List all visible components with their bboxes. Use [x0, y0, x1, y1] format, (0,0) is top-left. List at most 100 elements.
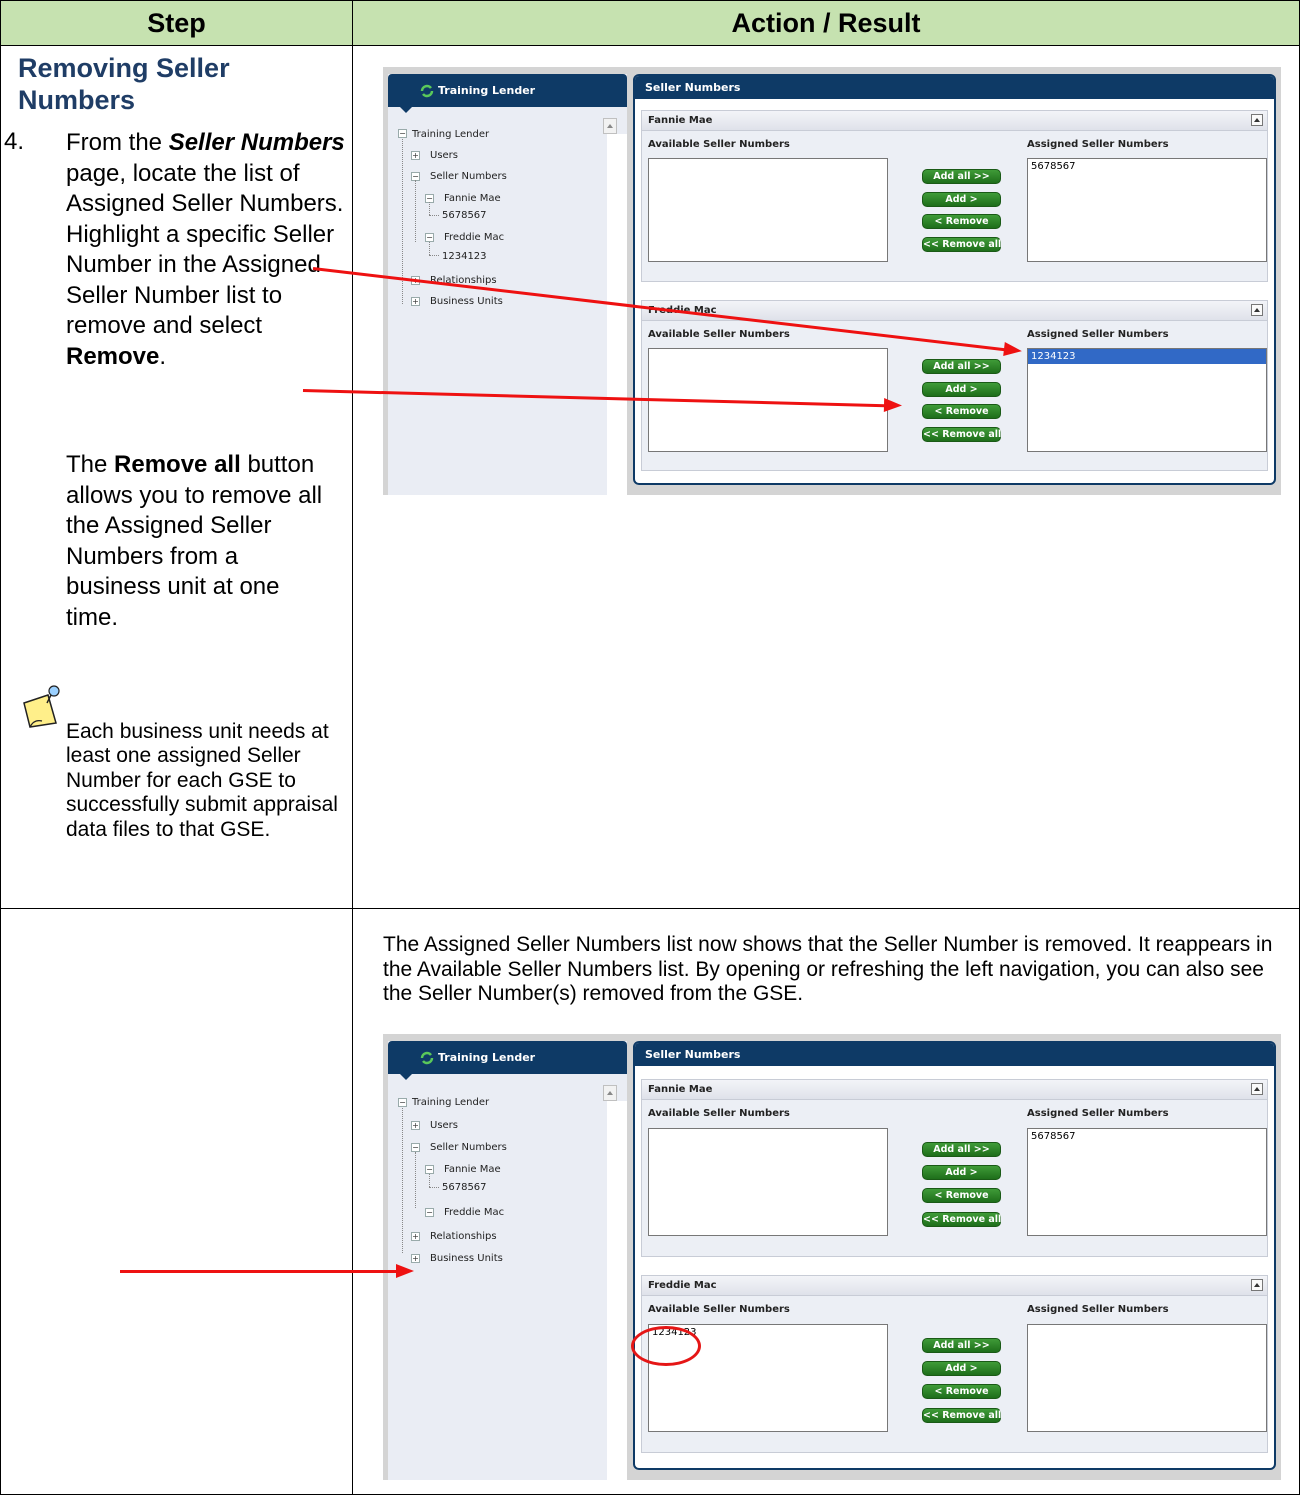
tree-line	[429, 1174, 430, 1187]
tree-line	[415, 1152, 416, 1208]
left-navigation: Training Lender − Training Lender + User…	[388, 74, 627, 495]
expand-icon[interactable]: +	[411, 1254, 420, 1263]
instruction-intro: From the	[66, 129, 163, 156]
nav-notch	[400, 107, 412, 113]
remove-all-button[interactable]: << Remove all	[922, 1212, 1001, 1227]
nav-header: Training Lender	[388, 1041, 627, 1074]
assigned-list[interactable]	[1027, 1324, 1267, 1432]
instruction-body: page, locate the list of Assigned Seller…	[66, 159, 344, 340]
screenshot-before: Training Lender − Training Lender + User…	[383, 67, 1281, 495]
tree-freddie-mac[interactable]: Freddie Mac	[444, 1207, 504, 1218]
assigned-list[interactable]: 1234123	[1027, 348, 1267, 452]
tree-freddie-mac[interactable]: Freddie Mac	[444, 232, 504, 243]
fannie-mae-panel: Fannie Mae Available Seller Numbers Assi…	[641, 110, 1268, 282]
seller-numbers-window: Seller Numbers Fannie Mae Available Sell…	[633, 1041, 1276, 1470]
nav-scrollbar-track[interactable]	[607, 134, 627, 495]
tree-fannie-number[interactable]: 5678567	[442, 1182, 487, 1193]
step-cell-2	[0, 908, 353, 1495]
add-all-button[interactable]: Add all >>	[922, 1142, 1001, 1157]
expand-icon[interactable]: +	[411, 151, 420, 160]
nav-header: Training Lender	[388, 74, 627, 107]
list-item-selected[interactable]: 1234123	[1028, 349, 1266, 364]
expand-icon[interactable]: +	[411, 1121, 420, 1130]
note-pushpin-icon	[23, 685, 60, 728]
tree-seller-numbers[interactable]: Seller Numbers	[430, 171, 507, 182]
remove-all-button[interactable]: << Remove all	[922, 427, 1001, 442]
collapse-icon[interactable]: −	[411, 1143, 420, 1152]
add-all-button[interactable]: Add all >>	[922, 169, 1001, 184]
window-title: Seller Numbers	[635, 1043, 1274, 1066]
window-title: Seller Numbers	[635, 76, 1274, 99]
tree-fannie-mae[interactable]: Fannie Mae	[444, 1164, 501, 1175]
add-button[interactable]: Add >	[922, 192, 1001, 207]
assigned-label: Assigned Seller Numbers	[1027, 139, 1169, 150]
expand-icon[interactable]: +	[411, 297, 420, 306]
note-pre: The	[66, 451, 108, 478]
available-label: Available Seller Numbers	[648, 1108, 790, 1119]
highlight-circle	[631, 1326, 701, 1366]
lender-logo-icon	[420, 1051, 434, 1064]
add-button[interactable]: Add >	[922, 1165, 1001, 1180]
remove-button[interactable]: < Remove	[922, 1188, 1001, 1203]
result-description: The Assigned Seller Numbers list now sho…	[383, 933, 1273, 1006]
header-step: Step	[0, 0, 353, 46]
instruction-page-name: Seller Numbers	[168, 129, 345, 156]
collapse-panel-icon[interactable]	[1251, 1279, 1263, 1291]
nav-scrollbar-track[interactable]	[607, 1101, 627, 1480]
collapse-icon[interactable]: −	[425, 1165, 434, 1174]
list-item[interactable]: 5678567	[1028, 159, 1266, 174]
add-all-button[interactable]: Add all >>	[922, 359, 1001, 374]
available-list[interactable]	[648, 1128, 888, 1236]
tree-root[interactable]: Training Lender	[412, 129, 489, 140]
tree-relationships[interactable]: Relationships	[430, 1231, 497, 1242]
scroll-up-icon[interactable]	[603, 1085, 617, 1101]
collapse-panel-icon[interactable]	[1251, 1083, 1263, 1095]
tree-business-units[interactable]: Business Units	[430, 296, 503, 307]
available-label: Available Seller Numbers	[648, 1304, 790, 1315]
tree-line	[429, 215, 439, 216]
remove-button[interactable]: < Remove	[922, 214, 1001, 229]
available-label: Available Seller Numbers	[648, 329, 790, 340]
collapse-panel-icon[interactable]	[1251, 304, 1263, 316]
nav-lender-name: Training Lender	[438, 84, 536, 97]
step-number: 4.	[4, 128, 25, 155]
available-list[interactable]	[648, 158, 888, 262]
nav-lender-name: Training Lender	[438, 1051, 536, 1064]
tree-fannie-mae[interactable]: Fannie Mae	[444, 193, 501, 204]
tree-business-units[interactable]: Business Units	[430, 1253, 503, 1264]
expand-icon[interactable]: +	[411, 1232, 420, 1241]
seller-numbers-window: Seller Numbers Fannie Mae Available Sell…	[633, 74, 1276, 485]
assigned-list[interactable]: 5678567	[1027, 1128, 1267, 1236]
arrow-to-nav-head	[396, 1264, 414, 1278]
assigned-label: Assigned Seller Numbers	[1027, 1108, 1169, 1119]
assigned-label: Assigned Seller Numbers	[1027, 329, 1169, 340]
tree-users[interactable]: Users	[430, 150, 458, 161]
tree-users[interactable]: Users	[430, 1120, 458, 1131]
tree-root[interactable]: Training Lender	[412, 1097, 489, 1108]
list-item[interactable]: 5678567	[1028, 1129, 1266, 1144]
collapse-panel-icon[interactable]	[1251, 114, 1263, 126]
arrow-to-nav-line	[120, 1270, 400, 1273]
remove-all-button[interactable]: << Remove all	[922, 1408, 1001, 1423]
remove-button[interactable]: < Remove	[922, 404, 1001, 419]
remove-all-button[interactable]: << Remove all	[922, 237, 1001, 252]
collapse-icon[interactable]: −	[398, 129, 407, 138]
collapse-icon[interactable]: −	[425, 1208, 434, 1217]
tree-fannie-number[interactable]: 5678567	[442, 210, 487, 221]
add-button[interactable]: Add >	[922, 1361, 1001, 1376]
tree-line	[429, 255, 439, 256]
collapse-icon[interactable]: −	[425, 233, 434, 242]
add-all-button[interactable]: Add all >>	[922, 1338, 1001, 1353]
add-button[interactable]: Add >	[922, 382, 1001, 397]
tree-freddie-number[interactable]: 1234123	[442, 251, 487, 262]
available-label: Available Seller Numbers	[648, 139, 790, 150]
header-action-result: Action / Result	[352, 0, 1300, 46]
scroll-up-icon[interactable]	[603, 118, 617, 134]
left-navigation: Training Lender − Training Lender + User…	[388, 1041, 627, 1480]
collapse-icon[interactable]: −	[398, 1098, 407, 1107]
remove-button[interactable]: < Remove	[922, 1384, 1001, 1399]
tree-seller-numbers[interactable]: Seller Numbers	[430, 1142, 507, 1153]
freddie-mac-panel: Freddie Mac Available Seller Numbers Ass…	[641, 300, 1268, 471]
assigned-label: Assigned Seller Numbers	[1027, 1304, 1169, 1315]
assigned-list[interactable]: 5678567	[1027, 158, 1267, 262]
